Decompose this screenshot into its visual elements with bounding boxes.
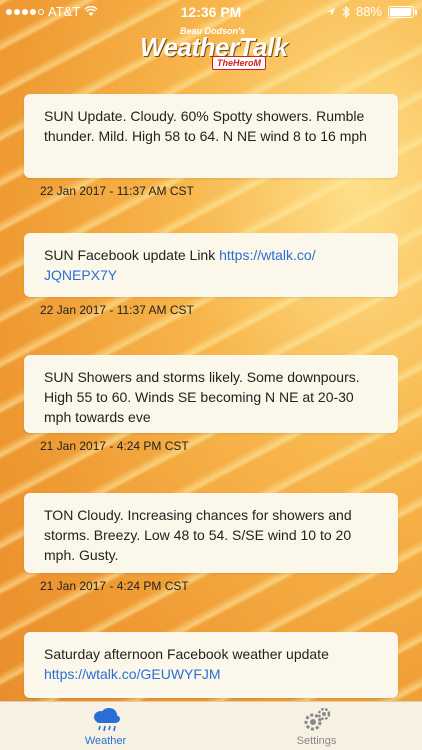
- post-timestamp: 21 Jan 2017 - 4:24 PM CST: [40, 579, 189, 593]
- post-card[interactable]: TON Cloudy. Increasing chances for showe…: [24, 493, 398, 573]
- logo-powered-badge: TheHeroM: [212, 56, 267, 70]
- post-timestamp: 22 Jan 2017 - 11:37 AM CST: [40, 184, 194, 198]
- bluetooth-icon: [342, 5, 350, 18]
- tab-settings-label: Settings: [296, 735, 337, 747]
- feed-post: TON Cloudy. Increasing chances for showe…: [24, 493, 398, 593]
- feed-post: SUN Showers and storms likely. Some down…: [24, 355, 398, 453]
- app-logo: Beau Dodson's WeatherTalk TheHeroM: [0, 24, 422, 74]
- tab-weather-label: Weather: [84, 735, 127, 747]
- post-timestamp: 21 Jan 2017 - 4:24 PM CST: [40, 439, 189, 453]
- feed-post: SUN Update. Cloudy. 60% Spotty showers. …: [24, 94, 398, 198]
- post-text: SUN Showers and storms likely. Some down…: [44, 369, 360, 425]
- post-timestamp: 22 Jan 2017 - 11:37 AM CST: [40, 303, 194, 317]
- post-text: SUN Facebook update Link: [44, 247, 220, 263]
- gears-icon: [304, 707, 330, 731]
- update-feed[interactable]: SUN Update. Cloudy. 60% Spotty showers. …: [0, 92, 422, 702]
- post-text: TON Cloudy. Increasing chances for showe…: [44, 507, 352, 563]
- feed-post: Saturday afternoon Facebook weather upda…: [24, 632, 398, 698]
- tab-settings[interactable]: Settings: [211, 702, 422, 750]
- post-link[interactable]: https://wtalk.co/GEUWYFJM: [44, 666, 221, 682]
- battery-icon: [388, 5, 417, 18]
- post-text: SUN Update. Cloudy. 60% Spotty showers. …: [44, 108, 367, 144]
- post-card[interactable]: SUN Showers and storms likely. Some down…: [24, 355, 398, 433]
- tab-bar: Weather Settings: [0, 701, 422, 750]
- post-card[interactable]: SUN Update. Cloudy. 60% Spotty showers. …: [24, 94, 398, 178]
- tab-weather[interactable]: Weather: [0, 702, 211, 750]
- location-arrow-icon: [326, 7, 335, 16]
- status-bar: AT&T 12:36 PM 88%: [0, 0, 422, 24]
- post-card[interactable]: Saturday afternoon Facebook weather upda…: [24, 632, 398, 698]
- feed-post: SUN Facebook update Link https://wtalk.c…: [24, 233, 398, 317]
- cloud-rain-icon: [93, 708, 120, 732]
- post-card[interactable]: SUN Facebook update Link https://wtalk.c…: [24, 233, 398, 297]
- status-right: 88%: [326, 4, 417, 19]
- battery-percent: 88%: [355, 4, 382, 19]
- post-text: Saturday afternoon Facebook weather upda…: [44, 646, 329, 662]
